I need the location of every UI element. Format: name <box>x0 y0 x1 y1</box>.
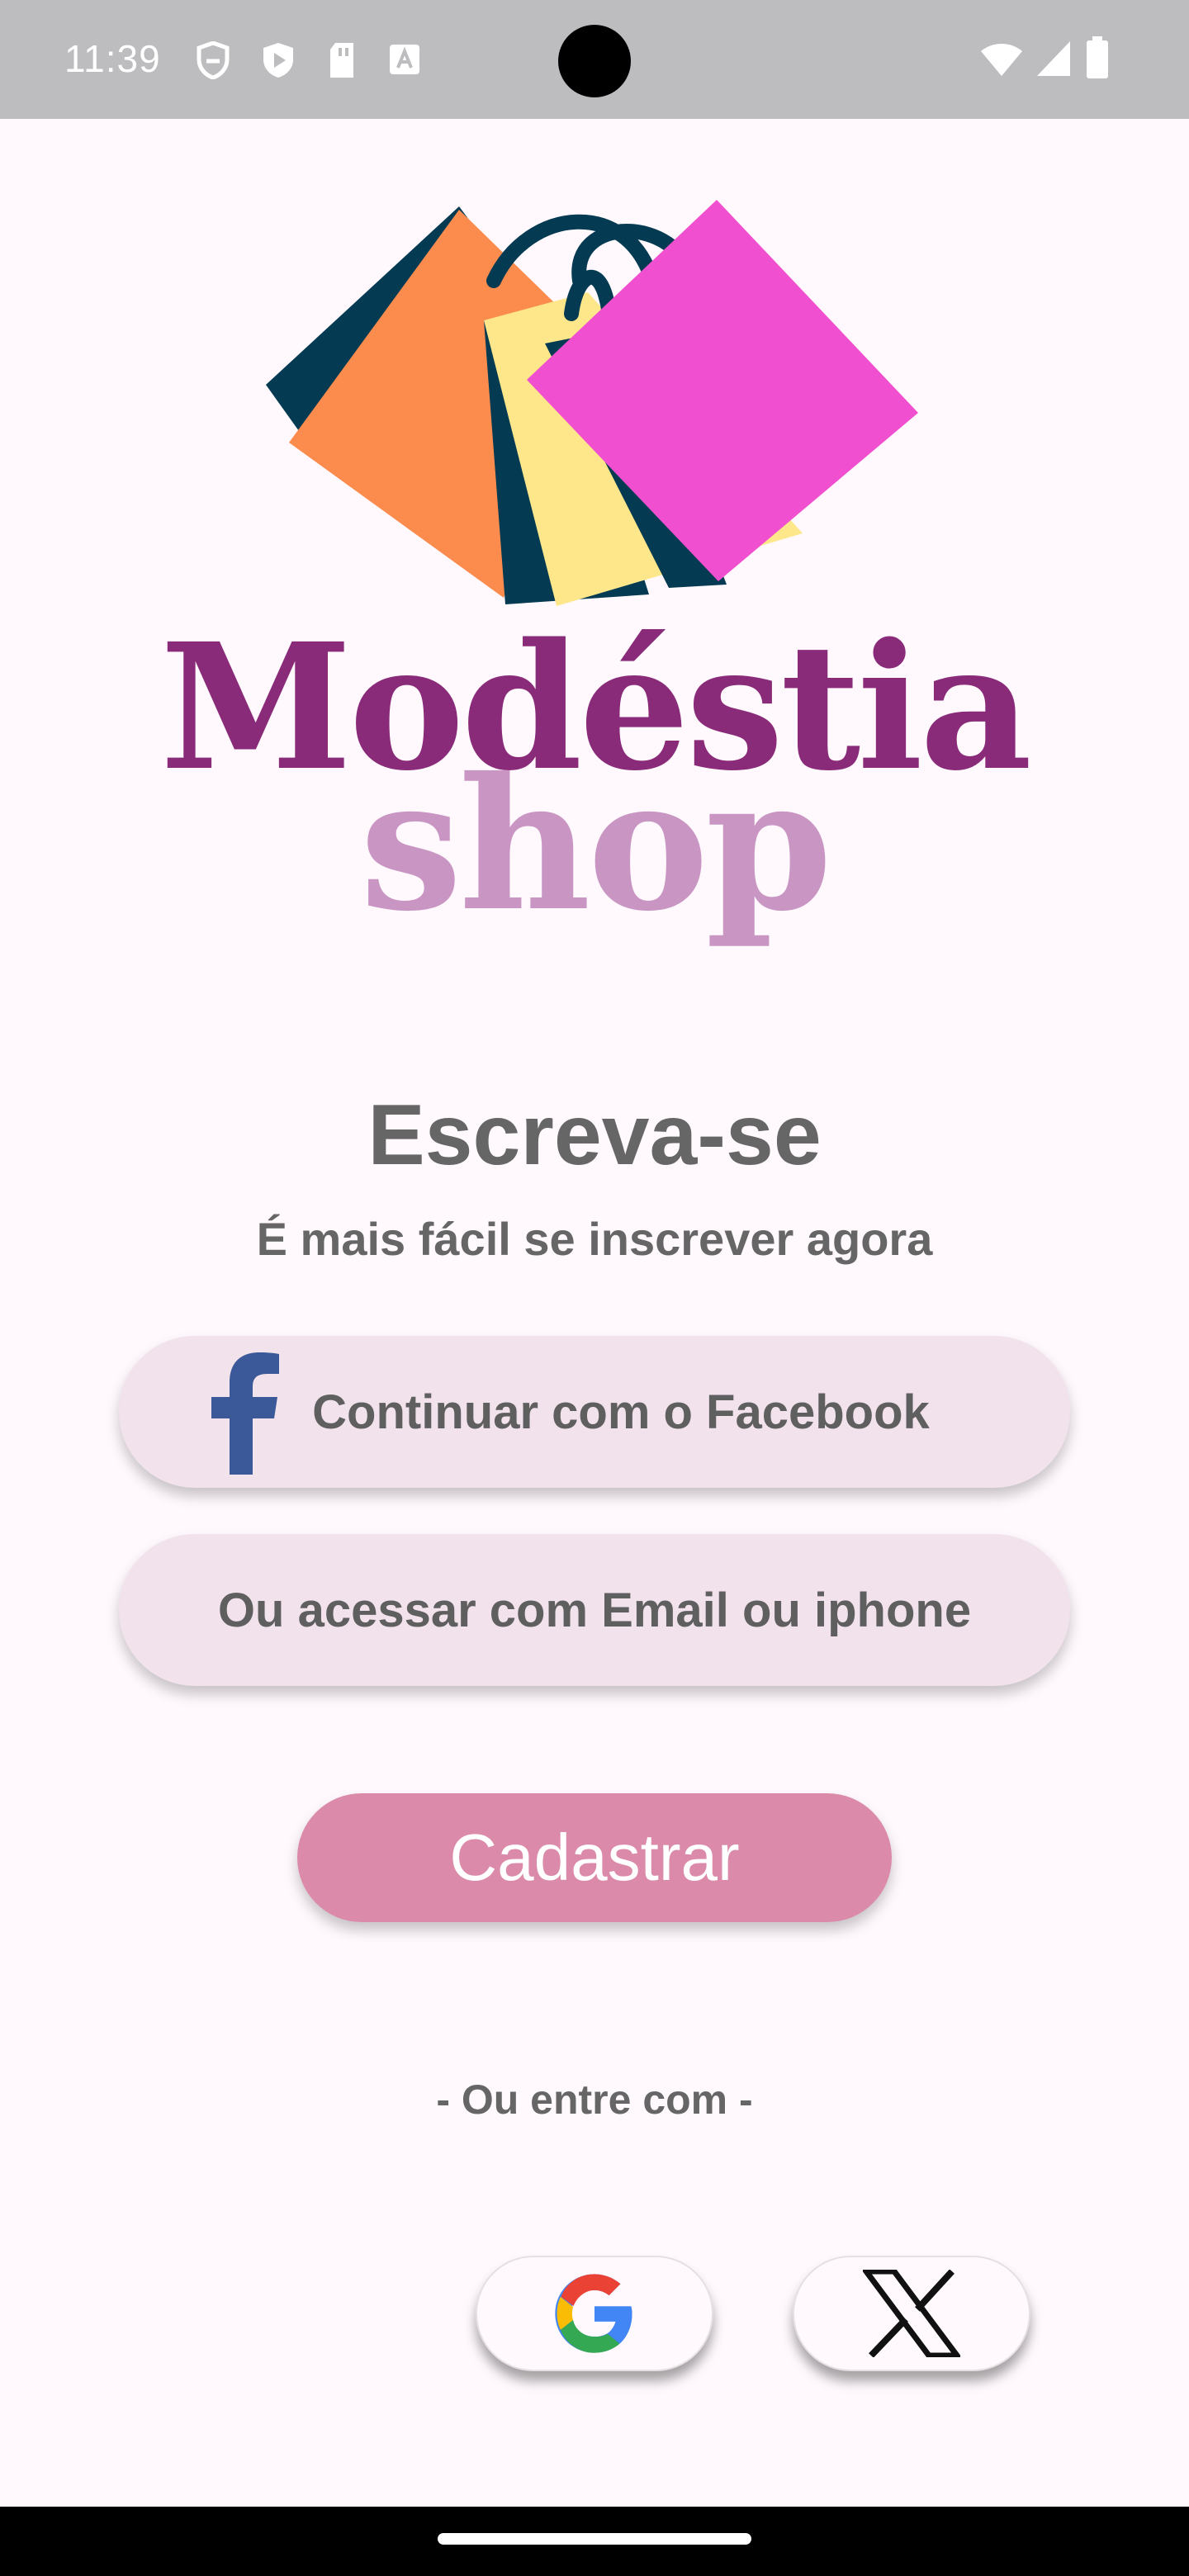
google-icon <box>555 2274 632 2353</box>
x-icon <box>863 2270 960 2357</box>
battery-icon <box>1087 36 1108 78</box>
brand-name-line2: shop <box>360 737 829 951</box>
shield-icon <box>197 41 230 79</box>
status-bar: 11:39 <box>0 0 1189 119</box>
email-button-label: Ou acessar com Email ou iphone <box>217 1583 972 1637</box>
signal-icon <box>1037 41 1070 76</box>
home-indicator[interactable] <box>438 2533 751 2545</box>
font-a-icon <box>390 45 419 74</box>
wifi-icon <box>981 44 1022 76</box>
sd-card-icon <box>330 43 353 78</box>
navigation-bar <box>0 2507 1189 2576</box>
camera-cutout <box>558 25 631 97</box>
play-protect-icon <box>263 43 293 78</box>
google-signin-button[interactable] <box>476 2256 713 2371</box>
facebook-icon <box>211 1352 279 1475</box>
or-sign-in-with-divider: - Ou entre com - <box>436 2076 753 2123</box>
cadastrar-button[interactable]: Cadastrar <box>297 1793 892 1922</box>
email-or-iphone-button[interactable]: Ou acessar com Email ou iphone <box>119 1534 1070 1686</box>
facebook-button-label: Continuar com o Facebook <box>312 1385 930 1439</box>
page-subtitle: É mais fácil se inscrever agora <box>256 1213 933 1265</box>
status-time: 11:39 <box>64 37 161 80</box>
signup-screen: 11:39 Modéstia shop Escreva-se É mais fá… <box>0 0 1189 2576</box>
page-title: Escreva-se <box>367 1087 822 1183</box>
modestia-shop-logo: Modéstia shop <box>160 200 1032 951</box>
cadastrar-button-label: Cadastrar <box>449 1821 740 1894</box>
x-signin-button[interactable] <box>793 2256 1030 2371</box>
continue-with-facebook-button[interactable]: Continuar com o Facebook <box>119 1336 1070 1488</box>
